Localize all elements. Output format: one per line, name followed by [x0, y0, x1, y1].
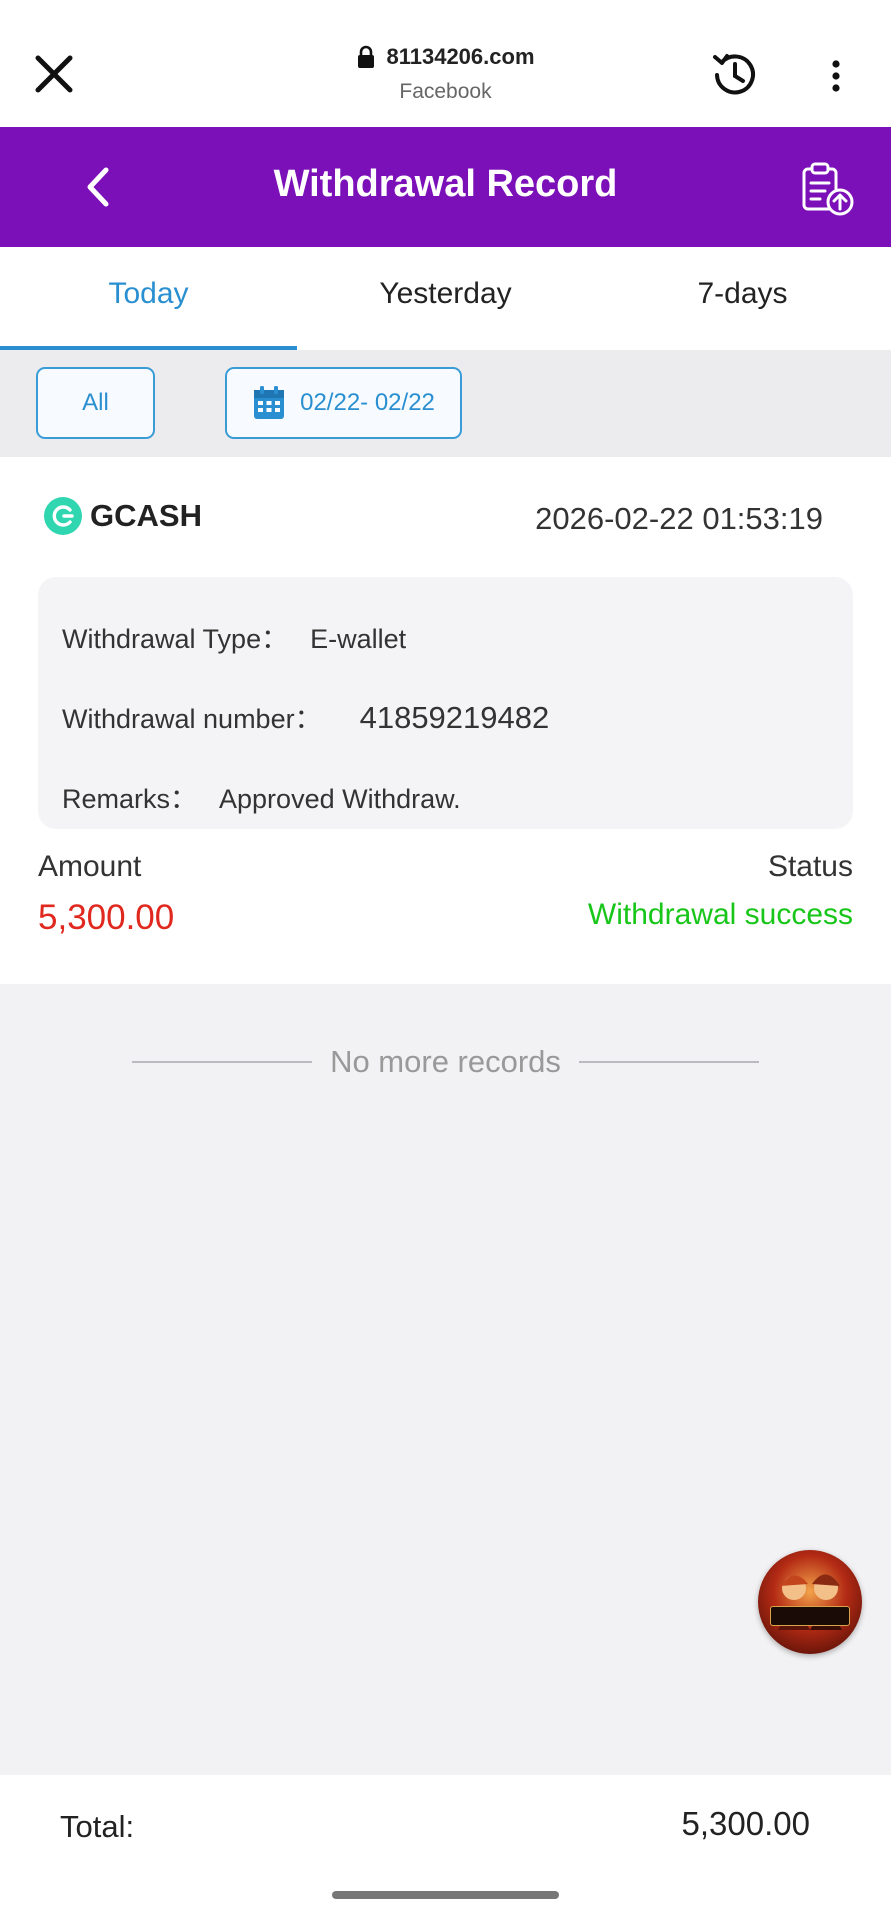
no-more-records-text: No more records [330, 1044, 561, 1079]
history-icon[interactable] [707, 48, 761, 102]
record-details-box: Withdrawal Type： E-wallet Withdrawal numb… [38, 577, 853, 829]
remarks-row: Remarks： Approved Withdraw. [62, 777, 461, 816]
withdrawal-number-value: 41859219482 [359, 700, 550, 735]
support-avatar-image [778, 1574, 842, 1630]
tab-today[interactable]: Today [0, 247, 297, 350]
withdrawal-type-value: E-wallet [310, 624, 407, 654]
home-indicator[interactable] [332, 1891, 559, 1899]
total-label: Total: [60, 1809, 135, 1844]
end-of-list: No more records [0, 1044, 891, 1080]
customer-support-avatar[interactable] [758, 1550, 862, 1654]
clipboard-upload-icon[interactable] [798, 159, 858, 219]
browser-toolbar: 81134206.com Facebook [0, 0, 891, 127]
url-domain: 81134206.com [386, 44, 535, 69]
remarks-label: Remarks： [62, 784, 198, 814]
date-range-label: 02/22- 02/22 [300, 389, 435, 416]
amount-label: Amount [38, 850, 142, 883]
withdrawal-type-row: Withdrawal Type： E-wallet [62, 617, 406, 656]
more-options-icon[interactable] [822, 56, 850, 96]
payment-method: GCASH [44, 497, 202, 535]
remarks-value: Approved Withdraw. [219, 784, 461, 814]
total-footer: Total: 5,300.00 [0, 1775, 891, 1920]
gcash-icon [44, 497, 82, 535]
total-value: 5,300.00 [681, 1805, 810, 1842]
filter-all-button[interactable]: All [36, 367, 155, 439]
withdrawal-record-card[interactable]: GCASH 2026-02-22 01:53:19 Withdrawal Typ… [0, 457, 891, 984]
support-avatar-banner [770, 1606, 850, 1626]
date-range-button[interactable]: 02/22- 02/22 [225, 367, 462, 439]
status-label: Status [767, 850, 853, 883]
payment-method-name: GCASH [90, 498, 202, 533]
record-datetime: 2026-02-22 01:53:19 [535, 501, 823, 536]
date-tabs: Today Yesterday 7-days [0, 247, 891, 350]
lock-icon [358, 45, 375, 68]
withdrawal-number-row: Withdrawal number： 41859219482 [62, 697, 549, 736]
tab-7-days[interactable]: 7-days [594, 247, 891, 350]
amount-value: 5,300.00 [38, 898, 175, 937]
filter-all-label: All [82, 389, 109, 416]
withdrawal-type-label: Withdrawal Type： [62, 624, 289, 654]
app-header: Withdrawal Record [0, 127, 891, 247]
tab-yesterday[interactable]: Yesterday [297, 247, 594, 350]
divider-right [578, 1061, 759, 1063]
withdrawal-number-label: Withdrawal number： [62, 704, 322, 734]
page-title: Withdrawal Record [273, 163, 618, 205]
filter-bar: All 02/22- 02/22 [0, 350, 891, 457]
calendar-icon [254, 386, 285, 419]
status-value: Withdrawal success [587, 898, 853, 931]
divider-left [132, 1061, 313, 1063]
